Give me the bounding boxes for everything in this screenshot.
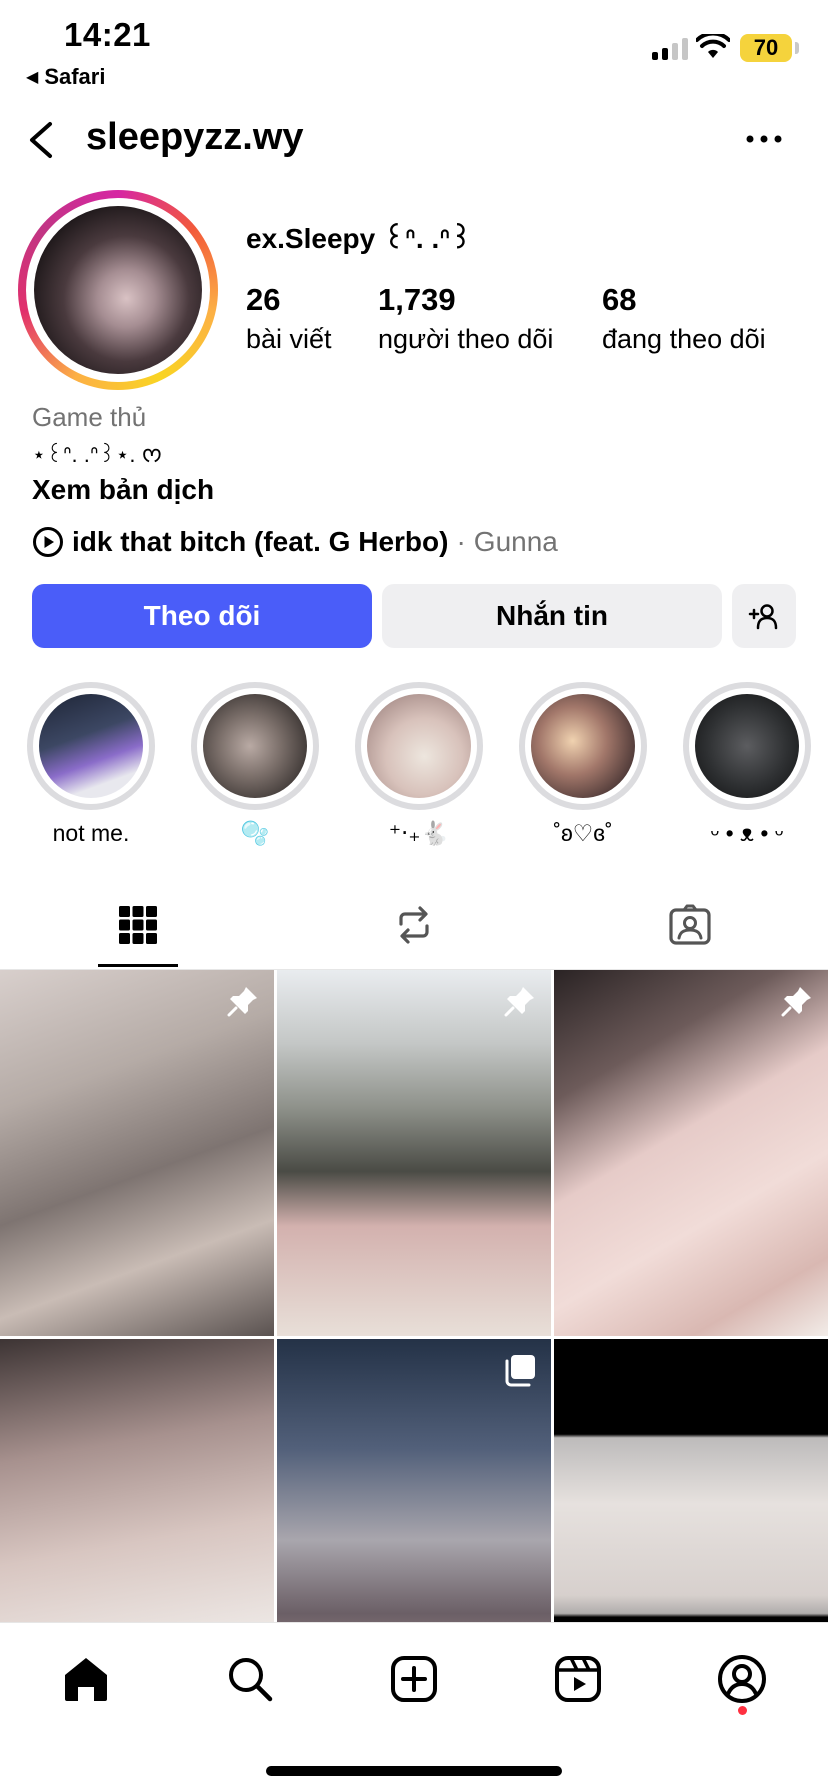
nav-reels[interactable] bbox=[550, 1651, 606, 1707]
pin-icon bbox=[781, 987, 811, 1017]
tab-tagged[interactable] bbox=[552, 880, 828, 970]
follow-button[interactable]: Theo dõi bbox=[32, 584, 372, 648]
following-count[interactable]: 68 đang theo dõi bbox=[602, 282, 766, 355]
nav-home[interactable] bbox=[58, 1651, 114, 1707]
highlight-image bbox=[367, 694, 471, 798]
home-indicator bbox=[266, 1766, 562, 1776]
carousel-icon bbox=[505, 1355, 535, 1387]
repost-icon bbox=[399, 906, 429, 944]
grid-icon bbox=[119, 906, 157, 944]
search-icon bbox=[229, 1658, 273, 1702]
status-bar: 14:21 ◀ Safari 70 bbox=[0, 0, 828, 92]
stat-value: 1,739 bbox=[378, 282, 456, 317]
back-triangle-icon: ◀ bbox=[26, 69, 39, 86]
stat-value: 26 bbox=[246, 282, 281, 317]
tagged-icon bbox=[669, 904, 711, 945]
highlight-image bbox=[39, 694, 143, 798]
back-app-label: Safari bbox=[44, 64, 106, 89]
avatar-image bbox=[34, 206, 202, 374]
story-highlight[interactable]: not me. bbox=[26, 682, 156, 847]
suggest-user-button[interactable] bbox=[732, 584, 796, 648]
profile-category: Game thủ bbox=[32, 402, 147, 432]
display-name: ex.Sleepy ꒰ᐢ. .ᐢ꒱ bbox=[246, 223, 473, 254]
followers-count[interactable]: 1,739 người theo dõi bbox=[378, 282, 553, 355]
story-highlight[interactable]: ˚ʚ♡ɞ˚ bbox=[518, 682, 648, 847]
notification-dot bbox=[738, 1706, 747, 1715]
song-separator: · bbox=[456, 526, 466, 557]
create-icon bbox=[391, 1656, 437, 1702]
status-time: 14:21 bbox=[64, 16, 151, 53]
posts-count: 26 bài viết bbox=[246, 282, 332, 355]
add-user-icon bbox=[748, 604, 778, 630]
post-thumbnail[interactable] bbox=[0, 970, 274, 1336]
nav-search[interactable] bbox=[222, 1651, 278, 1707]
page-title: sleepyzz.wy bbox=[86, 116, 304, 158]
highlight-image bbox=[531, 694, 635, 798]
active-tab-indicator bbox=[98, 964, 178, 967]
highlight-label: ⁺‧₊🐇 bbox=[388, 820, 450, 846]
pin-icon bbox=[504, 987, 534, 1017]
stat-value: 68 bbox=[602, 282, 637, 317]
stat-label: bài viết bbox=[246, 324, 332, 354]
highlight-label: not me. bbox=[52, 820, 130, 846]
home-icon bbox=[65, 1658, 107, 1701]
highlight-label: ˚ʚ♡ɞ˚ bbox=[553, 820, 613, 846]
stat-label: đang theo dõi bbox=[602, 324, 766, 354]
profile-music[interactable]: idk that bitch (feat. G Herbo) · Gunna bbox=[32, 526, 558, 558]
story-highlight[interactable]: ⁺‧₊🐇 bbox=[354, 682, 484, 847]
story-highlight[interactable]: 🫧 bbox=[190, 682, 320, 847]
message-button[interactable]: Nhắn tin bbox=[382, 584, 722, 648]
post-thumbnail[interactable] bbox=[554, 970, 828, 1336]
story-highlight[interactable]: ᵕ • ᴥ • ᵕ bbox=[682, 682, 812, 847]
battery-cap bbox=[795, 42, 799, 54]
avatar[interactable] bbox=[18, 190, 218, 390]
chevron-left-icon[interactable] bbox=[22, 118, 62, 162]
back-to-app-link[interactable]: ◀ Safari bbox=[26, 64, 105, 90]
nav-create[interactable] bbox=[386, 1651, 442, 1707]
stat-label: người theo dõi bbox=[378, 324, 554, 354]
profile-icon bbox=[718, 1655, 766, 1703]
tab-posts[interactable] bbox=[0, 880, 276, 970]
highlight-label: ᵕ • ᴥ • ᵕ bbox=[710, 820, 784, 846]
tab-reposts[interactable] bbox=[276, 880, 552, 970]
profile-tabs bbox=[0, 880, 828, 970]
post-thumbnail[interactable] bbox=[277, 970, 551, 1336]
wifi-icon bbox=[696, 34, 730, 58]
profile-bio: ⋆꒰ᐢ. .ᐢ꒱⋆. ᰔ bbox=[32, 442, 163, 467]
translate-link[interactable]: Xem bản dịch bbox=[32, 474, 214, 506]
cellular-signal-icon bbox=[652, 38, 688, 60]
highlight-image bbox=[203, 694, 307, 798]
nav-profile[interactable] bbox=[714, 1651, 770, 1707]
play-circle-icon bbox=[33, 527, 63, 557]
song-artist: Gunna bbox=[473, 526, 558, 557]
highlight-image bbox=[695, 694, 799, 798]
song-title: idk that bitch (feat. G Herbo) bbox=[72, 526, 449, 557]
ellipsis-icon[interactable] bbox=[744, 124, 784, 154]
reels-icon bbox=[555, 1656, 601, 1702]
highlight-label: 🫧 bbox=[240, 820, 270, 846]
battery-indicator: 70 bbox=[740, 34, 792, 62]
pin-icon bbox=[227, 987, 257, 1017]
